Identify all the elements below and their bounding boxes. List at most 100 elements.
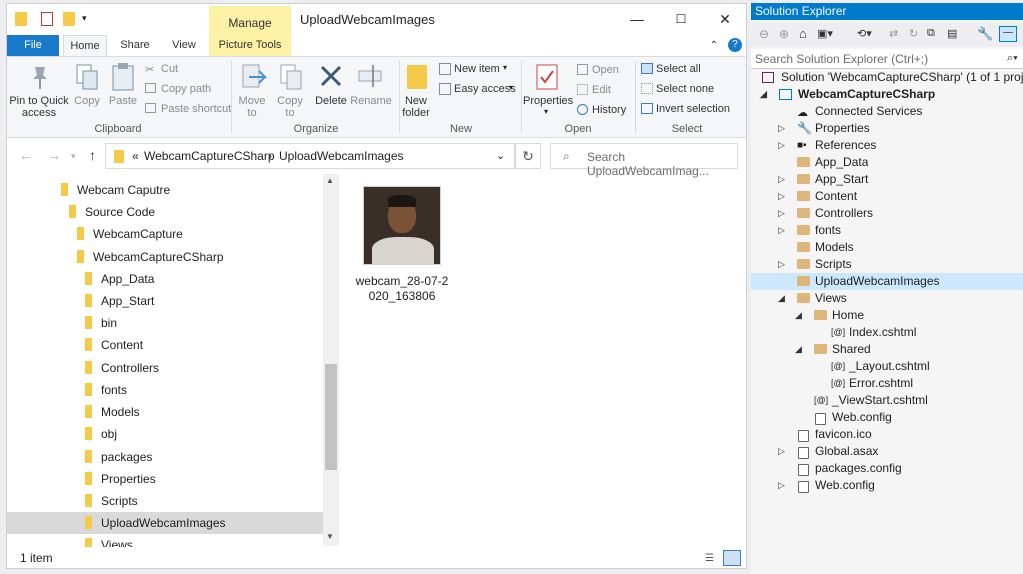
nav-item-uploadwebcamimages[interactable]: UploadWebcamImages bbox=[7, 512, 323, 534]
tree-models[interactable]: Models bbox=[751, 239, 1023, 256]
breadcrumb-overflow[interactable]: « bbox=[132, 149, 139, 163]
copy-path-button[interactable]: Copy path bbox=[161, 83, 211, 95]
collapsed-arrow-icon[interactable]: ▷ bbox=[778, 120, 785, 137]
nav-item-app-data[interactable]: App_Data bbox=[85, 268, 154, 290]
easy-access-button[interactable]: Easy access bbox=[454, 83, 516, 95]
nav-item-obj[interactable]: obj bbox=[85, 423, 117, 445]
address-bar[interactable]: « WebcamCaptureCSharp › UploadWebcamImag… bbox=[105, 143, 515, 169]
tree-layout-cshtml[interactable]: [@] _Layout.cshtml bbox=[751, 358, 1023, 375]
edit-button[interactable]: Edit bbox=[592, 84, 611, 96]
collapsed-arrow-icon[interactable]: ▷ bbox=[778, 137, 785, 154]
new-folder-button[interactable]: New folder bbox=[399, 95, 433, 119]
nav-item-webcam-caputre[interactable]: Webcam Caputre bbox=[61, 179, 170, 201]
se-search-input[interactable]: Search Solution Explorer (Ctrl+;) bbox=[755, 52, 928, 66]
nav-item-models[interactable]: Models bbox=[85, 401, 140, 423]
tree-global-asax[interactable]: ▷ Global.asax bbox=[751, 443, 1023, 460]
properties-check-icon[interactable] bbox=[41, 12, 53, 26]
collapsed-arrow-icon[interactable]: ▷ bbox=[778, 205, 785, 222]
tab-view[interactable]: View bbox=[165, 35, 203, 56]
tree-packages-config[interactable]: packages.config bbox=[751, 460, 1023, 477]
forward-icon[interactable]: ⊕ bbox=[779, 27, 789, 41]
tree-favicon[interactable]: favicon.ico bbox=[751, 426, 1023, 443]
select-all-button[interactable]: Select all bbox=[656, 63, 701, 75]
preview-selected-icon[interactable]: — bbox=[999, 26, 1017, 42]
tree-app-start[interactable]: ▷ App_Start bbox=[751, 171, 1023, 188]
file-name[interactable]: webcam_28-07-2 020_163806 bbox=[355, 274, 449, 304]
nav-item-webcamcapture[interactable]: WebcamCapture bbox=[77, 223, 183, 245]
tab-home[interactable]: Home bbox=[63, 35, 107, 56]
properties-button[interactable]: Properties bbox=[523, 95, 573, 107]
collapse-ribbon-icon[interactable]: ⌃ bbox=[707, 35, 721, 56]
tree-scripts[interactable]: ▷ Scripts bbox=[751, 256, 1023, 273]
tree-viewstart-cshtml[interactable]: [@] _ViewStart.cshtml bbox=[751, 392, 1023, 409]
history-button[interactable]: History bbox=[592, 104, 626, 116]
nav-item-packages[interactable]: packages bbox=[85, 446, 152, 468]
tree-app-data[interactable]: App_Data bbox=[751, 154, 1023, 171]
tree-web-config[interactable]: ▷ Web.config bbox=[751, 477, 1023, 494]
rename-button[interactable]: Rename bbox=[349, 95, 393, 107]
tree-home[interactable]: ◢ Home bbox=[751, 307, 1023, 324]
tree-error-cshtml[interactable]: [@] Error.cshtml bbox=[751, 375, 1023, 392]
copy-button[interactable]: Copy bbox=[69, 95, 105, 107]
se-search-box[interactable]: Search Solution Explorer (Ctrl+;) ⌕▾ bbox=[751, 49, 1023, 69]
search-input[interactable]: Search UploadWebcamImag... bbox=[587, 150, 737, 178]
properties-wrench-icon[interactable]: 🔧 bbox=[977, 26, 993, 42]
tab-file[interactable]: File bbox=[7, 35, 59, 56]
nav-item-controllers[interactable]: Controllers bbox=[85, 357, 159, 379]
image-thumbnail[interactable] bbox=[363, 186, 441, 265]
collapsed-arrow-icon[interactable]: ▷ bbox=[778, 443, 785, 460]
details-view-icon[interactable]: ☰ bbox=[705, 553, 714, 564]
tree-connected-services[interactable]: ☁ Connected Services bbox=[751, 103, 1023, 120]
forward-button[interactable]: → bbox=[47, 147, 61, 163]
paste-shortcut-button[interactable]: Paste shortcut bbox=[161, 103, 231, 115]
tree-references[interactable]: ▷ ■▪ References bbox=[751, 137, 1023, 154]
paste-button[interactable]: Paste bbox=[105, 95, 141, 107]
close-icon[interactable]: ✕ bbox=[715, 10, 735, 28]
tree-solution[interactable]: Solution 'WebcamCaptureCSharp' (1 of 1 p… bbox=[751, 69, 1023, 86]
chevron-down-icon[interactable]: ⌄ bbox=[496, 149, 505, 162]
tree-shared[interactable]: ◢ Shared bbox=[751, 341, 1023, 358]
recent-locations-icon[interactable]: ▾ bbox=[71, 151, 76, 162]
tab-picture-tools[interactable]: Picture Tools bbox=[209, 35, 291, 56]
tree-uploadwebcamimages[interactable]: UploadWebcamImages bbox=[751, 273, 1023, 290]
collapsed-arrow-icon[interactable]: ▷ bbox=[778, 188, 785, 205]
new-folder-icon[interactable] bbox=[63, 12, 75, 26]
cut-button[interactable]: Cut bbox=[161, 63, 178, 75]
scrollbar-thumb[interactable] bbox=[325, 364, 337, 470]
breadcrumb-separator[interactable]: › bbox=[268, 149, 272, 163]
tree-fonts[interactable]: ▷ fonts bbox=[751, 222, 1023, 239]
collapsed-arrow-icon[interactable]: ▷ bbox=[778, 256, 785, 273]
expanded-arrow-icon[interactable]: ◢ bbox=[760, 86, 767, 103]
tree-controllers[interactable]: ▷ Controllers bbox=[751, 205, 1023, 222]
minimize-icon[interactable]: — bbox=[627, 10, 647, 28]
sync-icon[interactable]: ⇄ bbox=[889, 27, 898, 40]
tree-views-web-config[interactable]: Web.config bbox=[751, 409, 1023, 426]
collapsed-arrow-icon[interactable]: ▷ bbox=[778, 477, 785, 494]
refresh-icon[interactable]: ↻ bbox=[909, 27, 918, 40]
tree-index-cshtml[interactable]: [@] Index.cshtml bbox=[751, 324, 1023, 341]
help-icon[interactable]: ? bbox=[728, 38, 742, 52]
tree-views[interactable]: ◢ Views bbox=[751, 290, 1023, 307]
show-all-files-icon[interactable]: ▤ bbox=[947, 27, 957, 40]
nav-item-app-start[interactable]: App_Start bbox=[85, 290, 154, 312]
collapsed-arrow-icon[interactable]: ▷ bbox=[778, 222, 785, 239]
switch-views-icon[interactable]: ▣▾ bbox=[817, 27, 833, 40]
refresh-icon[interactable]: ↻ bbox=[515, 143, 541, 169]
nav-item-bin[interactable]: bin bbox=[85, 312, 117, 334]
maximize-icon[interactable]: ☐ bbox=[671, 10, 691, 28]
copy-to-button[interactable]: Copy to bbox=[273, 95, 307, 119]
breadcrumb-item[interactable]: WebcamCaptureCSharp bbox=[144, 149, 275, 163]
home-icon[interactable]: ⌂ bbox=[799, 26, 807, 41]
delete-button[interactable]: Delete bbox=[313, 95, 349, 107]
customize-qat-icon[interactable]: ▾ bbox=[82, 13, 94, 27]
expanded-arrow-icon[interactable]: ◢ bbox=[795, 341, 802, 358]
nav-item-webcamcapturecsharp[interactable]: WebcamCaptureCSharp bbox=[77, 246, 224, 268]
pending-changes-icon[interactable]: ⟲▾ bbox=[857, 27, 872, 40]
search-box[interactable]: ⌕ Search UploadWebcamImag... bbox=[550, 143, 738, 178]
collapse-all-icon[interactable]: ⧉ bbox=[927, 27, 935, 40]
move-to-button[interactable]: Move to bbox=[235, 95, 269, 119]
tree-properties[interactable]: ▷ 🔧 Properties bbox=[751, 120, 1023, 137]
nav-item-properties[interactable]: Properties bbox=[85, 468, 156, 490]
collapsed-arrow-icon[interactable]: ▷ bbox=[778, 171, 785, 188]
tab-share[interactable]: Share bbox=[115, 35, 155, 56]
